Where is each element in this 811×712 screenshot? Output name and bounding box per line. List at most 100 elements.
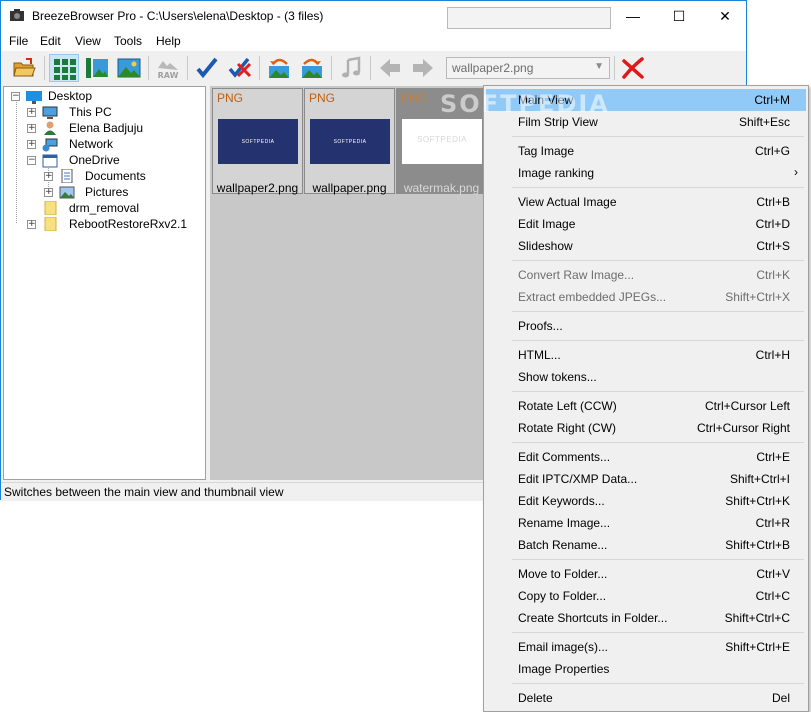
audio-button[interactable]: [336, 54, 366, 82]
thumbnail-item[interactable]: PNG SOFTPEDIA watermak.png: [396, 88, 487, 195]
menu-item-show-tokens[interactable]: Show tokens...: [486, 366, 806, 388]
open-folder-button[interactable]: [9, 54, 39, 82]
menu-item-image-ranking[interactable]: Image ranking ›: [486, 162, 806, 184]
context-menu: Main View Ctrl+M Film Strip View Shift+Esc…: [483, 85, 809, 712]
thumbnail-grid-icon: [54, 59, 76, 80]
delete-image-button[interactable]: [618, 54, 648, 82]
tree-item-pictures[interactable]: + Pictures: [44, 185, 199, 201]
main-view-button[interactable]: [114, 54, 144, 82]
menu-item-convert-raw-image[interactable]: Convert Raw Image... Ctrl+K: [486, 264, 806, 286]
menu-view[interactable]: View: [75, 34, 101, 48]
expand-icon[interactable]: +: [27, 108, 36, 117]
menu-separator: [512, 136, 804, 137]
collapse-icon[interactable]: −: [11, 92, 20, 101]
tree-item-documents[interactable]: + Documents: [44, 169, 199, 185]
menu-item-slideshow[interactable]: Slideshow Ctrl+S: [486, 235, 806, 257]
expand-icon[interactable]: +: [27, 220, 36, 229]
thumbnail-view-button[interactable]: [49, 54, 79, 82]
documents-icon: [61, 169, 73, 183]
expand-icon[interactable]: +: [27, 140, 36, 149]
tree-item-label: Elena Badjuju: [69, 121, 144, 135]
thumbnail-item[interactable]: PNG SOFTPEDIA wallpaper.png: [304, 88, 395, 195]
rotate-right-button[interactable]: [297, 54, 327, 82]
music-note-icon: [342, 56, 361, 78]
tree-item-user[interactable]: + Elena Badjuju: [27, 121, 197, 137]
thumbnail-image: SOFTPEDIA: [218, 119, 298, 164]
menu-separator: [512, 442, 804, 443]
thumbnail-image: SOFTPEDIA: [402, 119, 482, 164]
menu-item-extract-embedded-jpegs[interactable]: Extract embedded JPEGs... Shift+Ctrl+X: [486, 286, 806, 308]
raw-icon: RAW: [158, 61, 179, 80]
previous-image-button[interactable]: [375, 54, 405, 82]
menu-item-rotate-right[interactable]: Rotate Right (CW) Ctrl+Cursor Right: [486, 417, 806, 439]
tree-item-onedrive[interactable]: − OneDrive: [27, 153, 197, 169]
expand-icon[interactable]: +: [27, 124, 36, 133]
expand-icon[interactable]: +: [44, 188, 53, 197]
menu-item-edit-keywords[interactable]: Edit Keywords... Shift+Ctrl+K: [486, 490, 806, 512]
menu-item-main-view[interactable]: Main View Ctrl+M: [486, 89, 806, 111]
menu-item-image-properties[interactable]: Image Properties: [486, 658, 806, 680]
menu-help[interactable]: Help: [156, 34, 181, 48]
expand-icon[interactable]: +: [44, 172, 53, 181]
menu-item-tag-image[interactable]: Tag Image Ctrl+G: [486, 140, 806, 162]
tree-item-drm-removal[interactable]: drm_removal: [27, 201, 197, 217]
menu-item-create-shortcuts[interactable]: Create Shortcuts in Folder... Shift+Ctrl+…: [486, 607, 806, 629]
network-icon: [42, 138, 58, 152]
collapse-icon[interactable]: −: [27, 156, 36, 165]
tree-item-label: Pictures: [85, 185, 129, 199]
menu-item-rotate-left[interactable]: Rotate Left (CCW) Ctrl+Cursor Left: [486, 395, 806, 417]
rotate-left-button[interactable]: [264, 54, 294, 82]
file-select-combo[interactable]: [447, 7, 611, 29]
menu-file[interactable]: File: [9, 34, 28, 48]
next-image-button[interactable]: [408, 54, 438, 82]
tree-item-desktop[interactable]: − Desktop: [11, 89, 201, 105]
image-caption: SOFTPEDIA: [241, 139, 275, 145]
tree-item-rebootrestore[interactable]: + RebootRestoreRxv2.1: [27, 217, 202, 233]
red-cross-icon: [622, 57, 644, 79]
menu-item-view-actual-image[interactable]: View Actual Image Ctrl+B: [486, 191, 806, 213]
menu-separator: [512, 391, 804, 392]
menu-item-edit-comments[interactable]: Edit Comments... Ctrl+E: [486, 446, 806, 468]
toolbar-separator: [44, 56, 45, 80]
minimize-button[interactable]: —: [610, 1, 656, 31]
menu-item-proofs[interactable]: Proofs...: [486, 315, 806, 337]
menu-tools[interactable]: Tools: [114, 34, 142, 48]
raw-label: RAW: [158, 71, 179, 80]
menu-separator: [512, 340, 804, 341]
menu-item-delete[interactable]: Delete Del: [486, 687, 806, 709]
menu-item-copy-to-folder[interactable]: Copy to Folder... Ctrl+C: [486, 585, 806, 607]
tree-item-label: Desktop: [48, 89, 93, 103]
menu-item-film-strip-view[interactable]: Film Strip View Shift+Esc: [486, 111, 806, 133]
menu-item-edit-image[interactable]: Edit Image Ctrl+D: [486, 213, 806, 235]
menu-item-rename-image[interactable]: Rename Image... Ctrl+R: [486, 512, 806, 534]
toolbar-separator: [187, 56, 188, 80]
computer-icon: [42, 106, 58, 119]
toolbar-separator: [148, 56, 149, 80]
menu-edit[interactable]: Edit: [40, 34, 61, 48]
maximize-button[interactable]: ☐: [656, 1, 702, 31]
toolbar-separator: [614, 56, 615, 80]
chevron-down-icon[interactable]: ▼: [594, 61, 604, 72]
menu-item-html[interactable]: HTML... Ctrl+H: [486, 344, 806, 366]
close-button[interactable]: ✕: [702, 1, 748, 31]
tree-item-label: This PC: [69, 105, 112, 119]
untag-image-button[interactable]: [225, 54, 255, 82]
tree-item-label: drm_removal: [69, 201, 140, 215]
tag-image-button[interactable]: [192, 54, 222, 82]
menu-item-batch-rename[interactable]: Batch Rename... Shift+Ctrl+B: [486, 534, 806, 556]
menu-item-move-to-folder[interactable]: Move to Folder... Ctrl+V: [486, 563, 806, 585]
open-folder-icon: [13, 58, 36, 77]
tree-item-this-pc[interactable]: + This PC: [27, 105, 197, 121]
landscape-image-icon: [117, 58, 141, 78]
menu-item-edit-iptc-xmp[interactable]: Edit IPTC/XMP Data... Shift+Ctrl+I: [486, 468, 806, 490]
convert-raw-button[interactable]: RAW: [153, 54, 183, 82]
menu-item-email-images[interactable]: Email image(s)... Shift+Ctrl+E: [486, 636, 806, 658]
thumbnail-item[interactable]: PNG SOFTPEDIA wallpaper2.png: [212, 88, 303, 195]
thumbnail-filename: wallpaper2.png: [216, 181, 299, 195]
film-strip-view-button[interactable]: [82, 54, 112, 82]
app-camera-icon: [10, 9, 24, 21]
file-combo-box[interactable]: wallpaper2.png ▼: [446, 57, 610, 79]
tree-item-network[interactable]: + Network: [27, 137, 197, 153]
thumbnail-image: SOFTPEDIA: [310, 119, 390, 164]
tree-item-label: OneDrive: [69, 153, 120, 167]
